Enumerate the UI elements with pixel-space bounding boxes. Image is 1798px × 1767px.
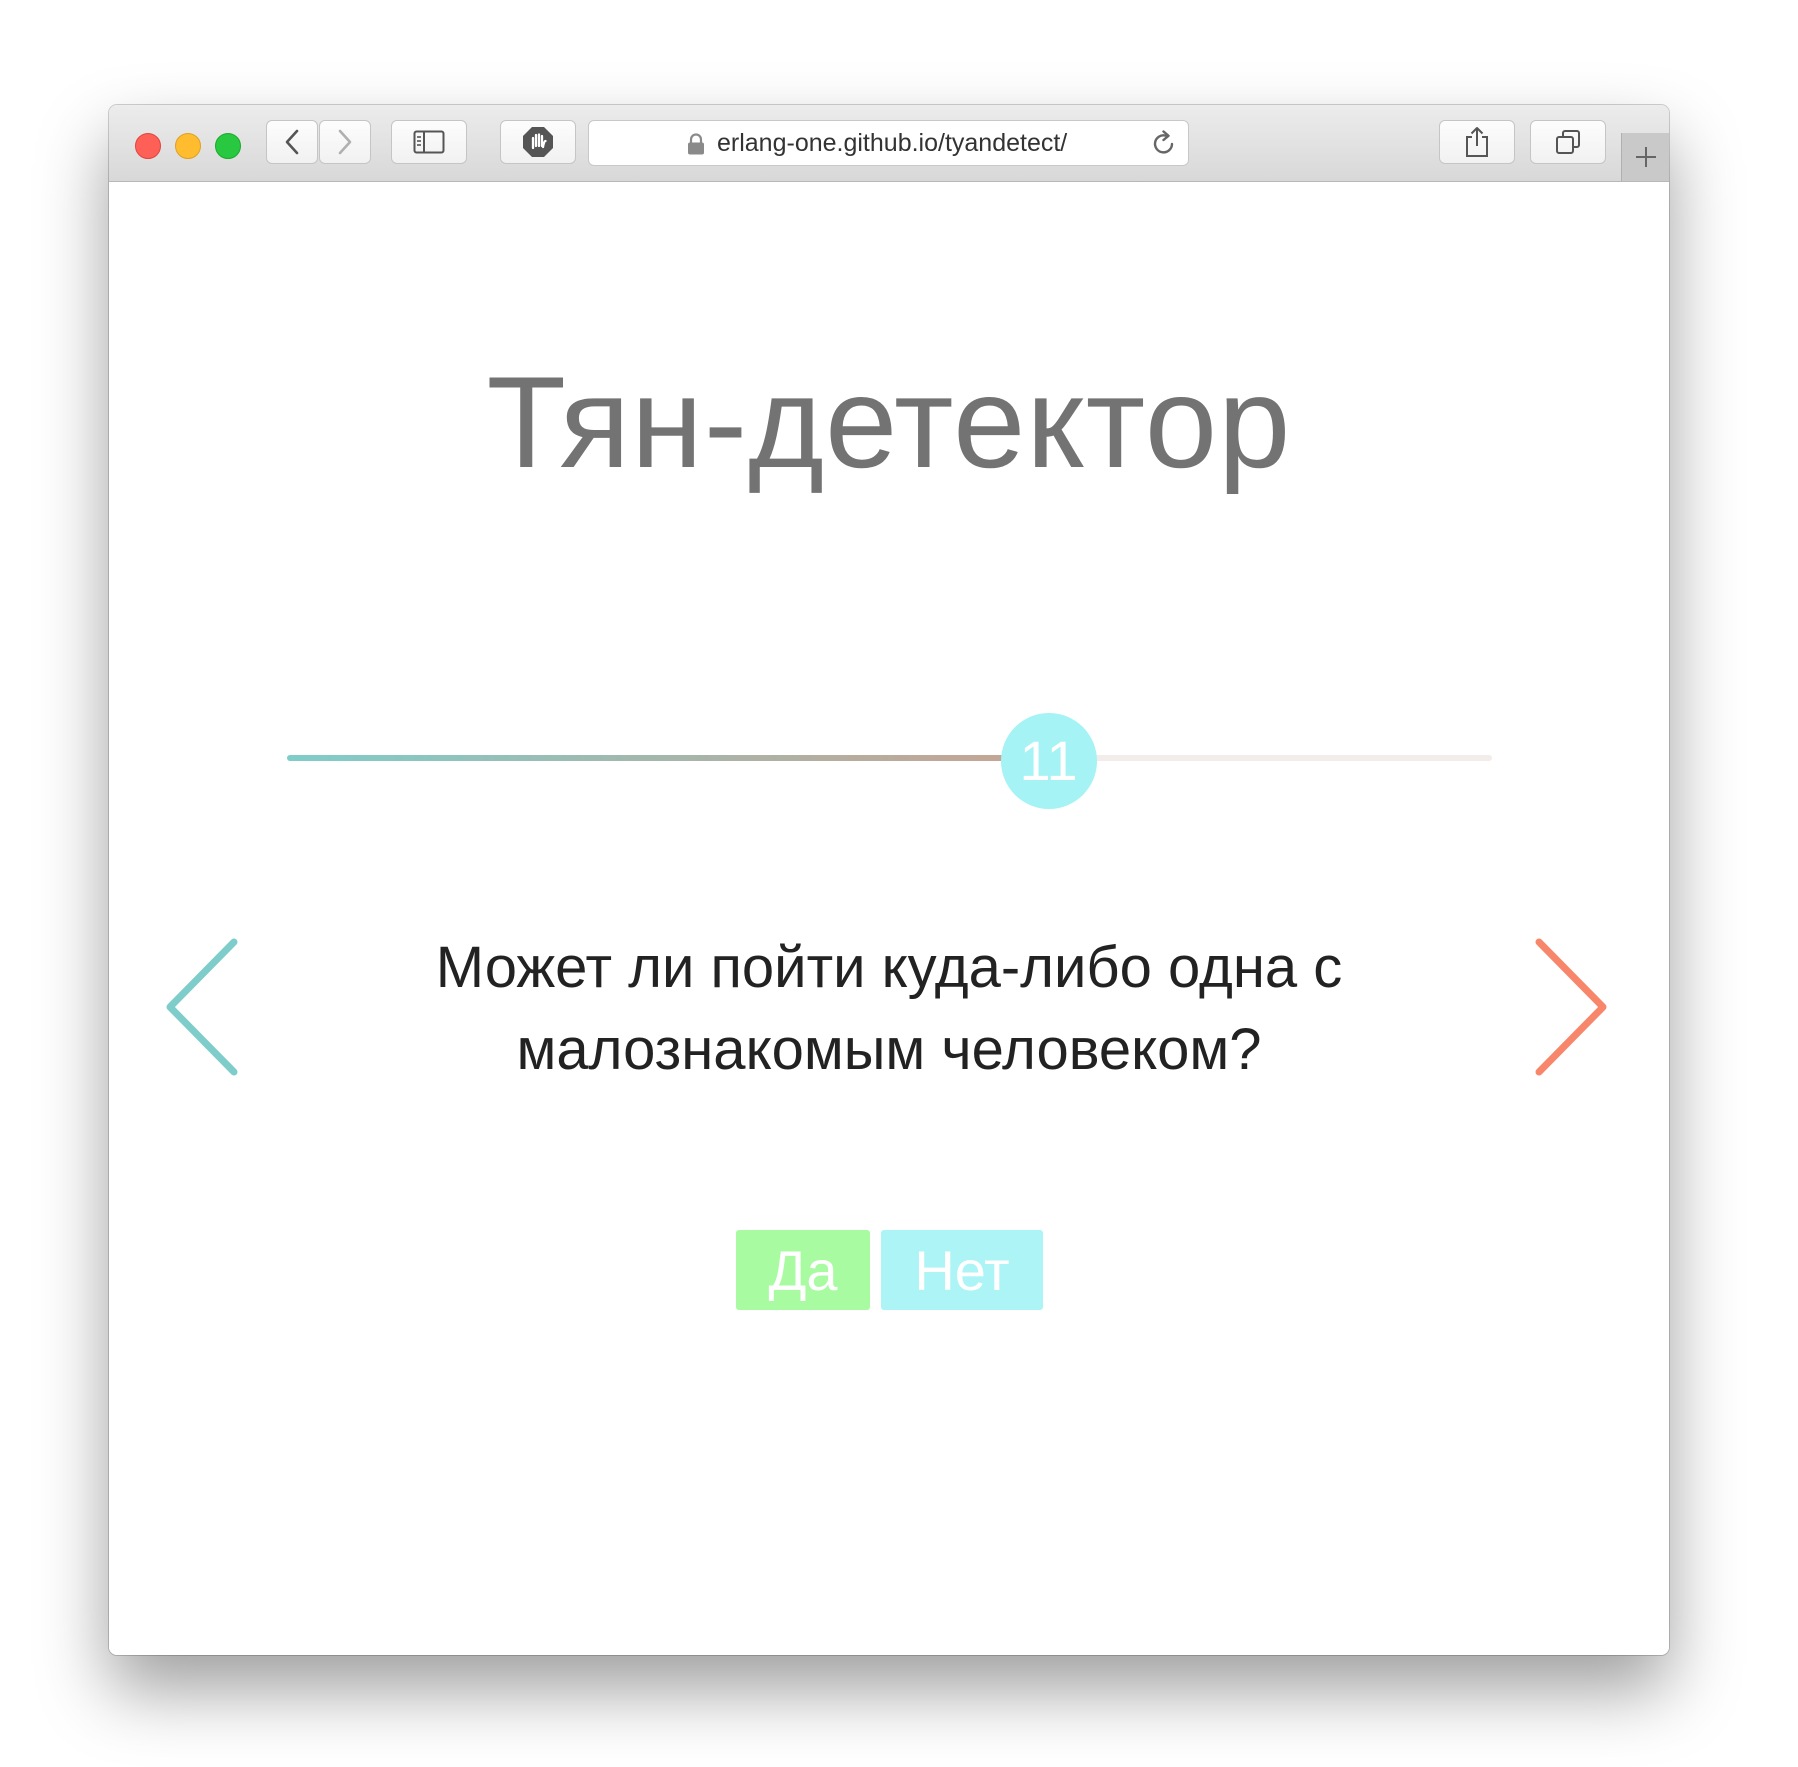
share-icon (1466, 127, 1488, 157)
url-path: /tyandetect/ (938, 129, 1068, 157)
new-tab-button[interactable] (1621, 133, 1669, 181)
no-button[interactable]: Нет (881, 1230, 1043, 1310)
share-button[interactable] (1439, 120, 1515, 164)
question-text: Может ли пойти куда-либо одна с малознак… (435, 935, 1343, 1082)
progress-knob[interactable]: 11 (1000, 713, 1097, 809)
minimize-window-button[interactable] (175, 133, 201, 159)
tabs-icon (1556, 130, 1580, 154)
chevron-left-icon (285, 129, 299, 155)
tabs-overview-button[interactable] (1530, 120, 1606, 164)
url-text: erlang-one.github.io/tyandetect/ (717, 121, 1088, 165)
plus-icon (1635, 147, 1656, 167)
yes-button[interactable]: Да (736, 1230, 870, 1310)
close-window-button[interactable] (135, 133, 161, 159)
forward-button[interactable] (319, 120, 371, 164)
sidebar-icon (413, 130, 445, 154)
address-bar[interactable]: erlang-one.github.io/tyandetect/ (588, 120, 1189, 166)
chevron-right-icon (338, 129, 352, 155)
zoom-window-button[interactable] (215, 133, 241, 159)
browser-window: erlang-one.github.io/tyandetect/ Тян-дет… (109, 105, 1669, 1655)
lock-icon (688, 133, 704, 155)
url-host: erlang-one.github.io (717, 129, 938, 157)
browser-toolbar: erlang-one.github.io/tyandetect/ (109, 105, 1669, 182)
page-title: Тян-детектор (486, 349, 1292, 495)
progress-track (287, 755, 1492, 761)
reload-icon[interactable] (1150, 130, 1178, 158)
progress-fill (287, 755, 1049, 761)
sidebar-button[interactable] (391, 120, 467, 164)
page-content: Тян-детектор 11 Может ли пойти куда-либо… (109, 182, 1669, 1655)
chevron-left-icon[interactable] (164, 937, 244, 1077)
stop-hand-icon (523, 127, 553, 157)
back-button[interactable] (266, 120, 318, 164)
adblock-button[interactable] (500, 120, 576, 164)
chevron-right-icon[interactable] (1529, 937, 1609, 1077)
